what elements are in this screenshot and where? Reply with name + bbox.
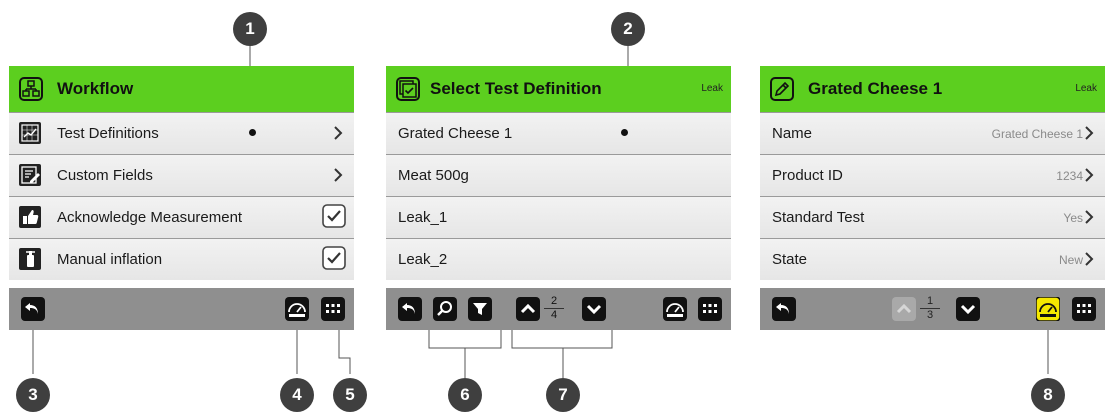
- screen-title: Select Test Definition: [430, 79, 602, 98]
- list-item[interactable]: Meat 500g: [386, 154, 731, 196]
- filter-icon[interactable]: [468, 297, 492, 321]
- checkbox-checked-icon[interactable]: [322, 246, 346, 270]
- pointer-dot: [249, 129, 256, 136]
- screen-header: Select Test Definition Leak: [386, 66, 731, 112]
- field-value: New: [1058, 253, 1083, 267]
- callout-marker-7: 7: [546, 378, 580, 412]
- chevron-down-icon[interactable]: [582, 297, 606, 321]
- field-value: 1234: [1056, 169, 1083, 183]
- field-label: Standard Test: [772, 209, 865, 226]
- search-icon[interactable]: [433, 297, 457, 321]
- list-item[interactable]: Grated Cheese 1: [386, 112, 731, 154]
- screen-title: Grated Cheese 1: [808, 79, 943, 98]
- back-icon[interactable]: [21, 297, 45, 321]
- field-row-product-id[interactable]: Product ID 1234: [760, 154, 1105, 196]
- test-type-tag: Leak: [701, 83, 723, 94]
- callout-marker-2: 2: [611, 12, 645, 46]
- chevron-right-icon: [1085, 168, 1094, 182]
- thumbs-up-icon: [19, 206, 41, 228]
- field-row-name[interactable]: Name Grated Cheese 1: [760, 112, 1105, 154]
- screen-title: Workflow: [57, 79, 134, 98]
- gauge-icon[interactable]: [285, 297, 309, 321]
- chevron-right-icon: [1085, 126, 1094, 140]
- callout-marker-1: 1: [233, 12, 267, 46]
- callout-marker-6: 6: [448, 378, 482, 412]
- chart-icon: [19, 122, 41, 144]
- field-label: Product ID: [772, 167, 843, 184]
- select-test-definition-screen: Select Test Definition Leak Grated Chees…: [386, 66, 731, 330]
- test-type-tag: Leak: [1075, 83, 1097, 94]
- grid-menu-icon[interactable]: [1072, 297, 1096, 321]
- list-item-label: Meat 500g: [398, 167, 469, 184]
- callout-marker-8: 8: [1031, 378, 1065, 412]
- page-indicator: 2 4: [544, 295, 564, 322]
- menu-item-test-definitions[interactable]: Test Definitions: [9, 112, 354, 154]
- list-item-label: Grated Cheese 1: [398, 125, 513, 142]
- gauge-active-icon[interactable]: [1036, 297, 1060, 321]
- chevron-up-disabled-icon: [892, 297, 916, 321]
- pencil-icon: [770, 77, 794, 101]
- chevron-right-icon: [1085, 210, 1094, 224]
- workflow-icon: [19, 77, 43, 101]
- screen-header: Grated Cheese 1 Leak: [760, 66, 1105, 112]
- page-current: 1: [920, 295, 940, 309]
- callout-marker-4: 4: [280, 378, 314, 412]
- list-item[interactable]: Leak_1: [386, 196, 731, 238]
- list-item-label: Leak_1: [398, 209, 448, 226]
- page-total: 4: [550, 309, 558, 321]
- page-total: 3: [926, 309, 934, 321]
- workflow-screen: Workflow Test Definitions Custom Fields …: [9, 66, 354, 330]
- chevron-up-icon[interactable]: [516, 297, 540, 321]
- footer-toolbar: 2 4: [386, 288, 731, 330]
- chevron-right-icon: [334, 168, 343, 182]
- grid-menu-icon[interactable]: [698, 297, 722, 321]
- list-item[interactable]: Leak_2: [386, 238, 731, 280]
- back-icon[interactable]: [398, 297, 422, 321]
- chevron-down-icon[interactable]: [956, 297, 980, 321]
- menu-item-label: Test Definitions: [57, 125, 159, 142]
- list-item-label: Leak_2: [398, 251, 448, 268]
- pointer-dot: [621, 129, 628, 136]
- checkbox-checked-icon[interactable]: [322, 204, 346, 228]
- menu-item-label: Custom Fields: [57, 167, 153, 184]
- page-indicator: 1 3: [920, 295, 940, 322]
- field-row-standard-test[interactable]: Standard Test Yes: [760, 196, 1105, 238]
- field-label: State: [772, 251, 808, 268]
- gauge-icon[interactable]: [663, 297, 687, 321]
- callout-marker-5: 5: [333, 378, 367, 412]
- edit-form-icon: [19, 164, 41, 186]
- screen-header: Workflow: [9, 66, 354, 112]
- gas-canister-icon: [19, 248, 41, 270]
- chevron-right-icon: [334, 126, 343, 140]
- grid-menu-icon[interactable]: [321, 297, 345, 321]
- field-label: Name: [772, 125, 813, 142]
- callout-marker-3: 3: [16, 378, 50, 412]
- field-row-state[interactable]: State New: [760, 238, 1105, 280]
- menu-item-label: Acknowledge Measurement: [57, 209, 243, 226]
- test-definition-detail-screen: Grated Cheese 1 Leak Name Grated Cheese …: [760, 66, 1105, 330]
- menu-item-acknowledge-measurement[interactable]: Acknowledge Measurement: [9, 196, 354, 238]
- menu-item-label: Manual inflation: [57, 251, 163, 268]
- back-icon[interactable]: [772, 297, 796, 321]
- chevron-right-icon: [1085, 252, 1094, 266]
- menu-item-custom-fields[interactable]: Custom Fields: [9, 154, 354, 196]
- footer-toolbar: [9, 288, 354, 330]
- footer-toolbar: 1 3: [760, 288, 1105, 330]
- field-value: Grated Cheese 1: [991, 127, 1083, 141]
- menu-item-manual-inflation[interactable]: Manual inflation: [9, 238, 354, 280]
- page-current: 2: [544, 295, 564, 309]
- select-checkbox-icon: [396, 77, 420, 101]
